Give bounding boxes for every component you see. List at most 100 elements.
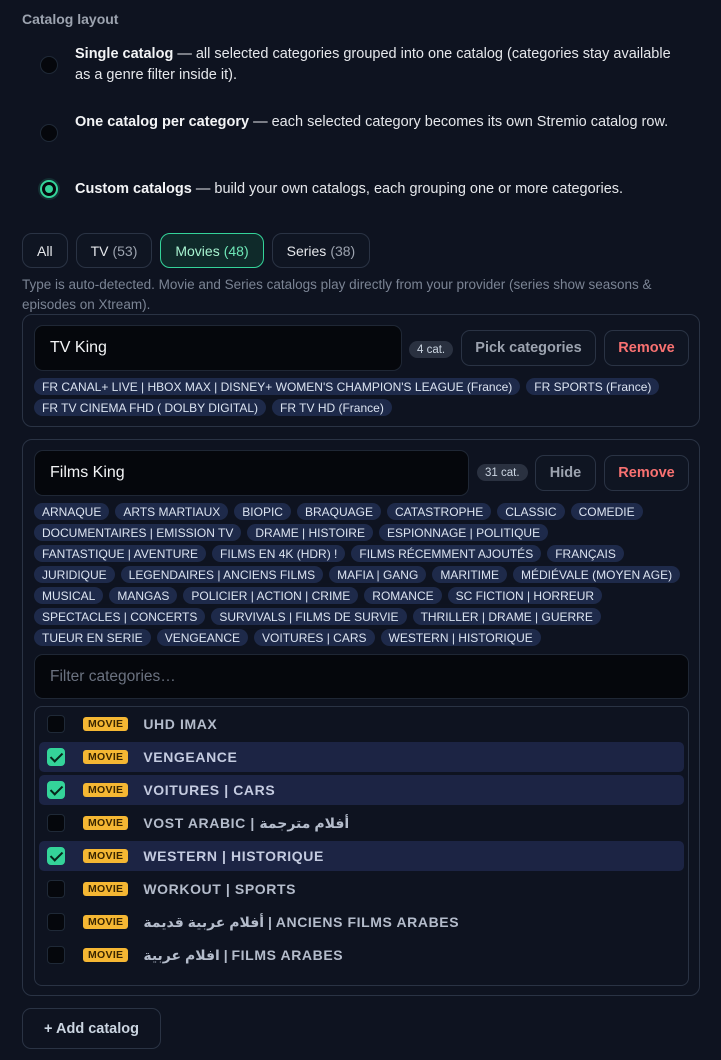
category-chip: MAFIA | GANG (329, 566, 427, 583)
category-checkbox[interactable] (47, 946, 65, 964)
category-chip: SURVIVALS | FILMS DE SURVIE (211, 608, 407, 625)
category-checkbox[interactable] (47, 748, 65, 766)
category-label: افلام عربية | FILMS ARABES (143, 946, 344, 963)
category-row[interactable]: MOVIE VOITURES | CARS (39, 775, 684, 805)
hide-categories-button[interactable]: Hide (535, 455, 596, 491)
category-chip: JURIDIQUE (34, 566, 115, 583)
category-chip: DRAME | HISTOIRE (247, 524, 373, 541)
category-row[interactable]: MOVIE WESTERN | HISTORIQUE (39, 841, 684, 871)
section-title: Catalog layout (22, 11, 119, 27)
tab-label: Series (286, 242, 327, 259)
catalog-card-tv-king: TV King 4 cat. Pick categories Remove FR… (22, 314, 700, 427)
category-checkbox[interactable] (47, 814, 65, 832)
remove-catalog-button[interactable]: Remove (604, 455, 689, 491)
category-chip: FANTASTIQUE | AVENTURE (34, 545, 207, 562)
tab-tv[interactable]: TV (53) (75, 233, 153, 268)
category-chip: FILMS EN 4K (HDR) ! (212, 545, 346, 562)
category-count-badge: 31 cat. (477, 464, 528, 481)
category-chip: FR TV HD (France) (272, 399, 392, 416)
category-chip: MUSICAL (34, 587, 104, 604)
category-checkbox[interactable] (47, 781, 65, 799)
category-checkbox[interactable] (47, 847, 65, 865)
category-chip: LEGENDAIRES | ANCIENS FILMS (120, 566, 324, 583)
radio-per-category[interactable] (40, 124, 58, 142)
tab-movies[interactable]: Movies (48) (160, 233, 264, 268)
tab-label: TV (90, 242, 109, 259)
movie-type-badge: MOVIE (83, 915, 129, 929)
category-chip: MARITIME (432, 566, 507, 583)
category-chip: COMEDIE (570, 503, 643, 520)
remove-catalog-button[interactable]: Remove (604, 330, 689, 366)
category-row[interactable]: MOVIE UHD IMAX (39, 709, 684, 739)
catalog-name-input[interactable]: Films King (34, 450, 469, 496)
radio-custom[interactable] (40, 180, 58, 198)
category-checkbox[interactable] (47, 880, 65, 898)
category-chip: VOITURES | CARS (254, 629, 375, 646)
tab-count: (53) (112, 242, 138, 259)
category-chip: BIOPIC (234, 503, 291, 520)
category-row[interactable]: MOVIE افلام عربية | FILMS ARABES (39, 940, 684, 970)
category-chip: VENGEANCE (156, 629, 249, 646)
add-catalog-button[interactable]: + Add catalog (22, 1008, 161, 1049)
movie-type-badge: MOVIE (83, 717, 129, 731)
catalog-name-input[interactable]: TV King (34, 325, 402, 371)
type-hint: Type is auto-detected. Movie and Series … (22, 277, 652, 312)
movie-type-badge: MOVIE (83, 948, 129, 962)
option-title: Custom catalogs (75, 181, 192, 197)
category-row[interactable]: MOVIE VOST ARABIC | أفلام مترجمة (39, 808, 684, 838)
category-label: VOITURES | CARS (143, 782, 276, 798)
category-chip: FR TV CINEMA FHD ( DOLBY DIGITAL) (34, 399, 267, 416)
category-chip: FILMS RÉCEMMENT AJOUTÉS (351, 545, 542, 562)
tab-count: (48) (223, 242, 249, 259)
category-chip: MANGAS (109, 587, 178, 604)
category-chip: POLICIER | ACTION | CRIME (183, 587, 359, 604)
category-chip: ARNAQUE (34, 503, 110, 520)
category-chip: MÉDIÉVALE (MOYEN AGE) (512, 566, 681, 583)
selected-category-chips: FR CANAL+ LIVE | HBOX MAX | DISNEY+ WOME… (34, 378, 691, 416)
category-chip: CLASSIC (497, 503, 565, 520)
category-chip: DOCUMENTAIRES | EMISSION TV (34, 524, 242, 541)
category-label: أفلام عربية قديمة | ANCIENS FILMS ARABES (143, 913, 460, 930)
category-chip: FR SPORTS (France) (526, 378, 660, 395)
category-checkbox[interactable] (47, 913, 65, 931)
category-row[interactable]: MOVIE أفلام عربية قديمة | ANCIENS FILMS A… (39, 907, 684, 937)
type-tabs: All TV (53) Movies (48) Series (38) (22, 233, 371, 268)
category-chip: CATASTROPHE (386, 503, 492, 520)
category-row[interactable]: MOVIE VENGEANCE (39, 742, 684, 772)
radio-single[interactable] (40, 56, 58, 74)
tab-label: Movies (175, 242, 220, 259)
category-chip: WESTERN | HISTORIQUE (380, 629, 541, 646)
category-label: VOST ARABIC | أفلام مترجمة (143, 814, 350, 831)
option-title: Single catalog (75, 46, 174, 62)
category-chip: SPECTACLES | CONCERTS (34, 608, 206, 625)
category-checkbox[interactable] (47, 715, 65, 733)
movie-type-badge: MOVIE (83, 816, 129, 830)
filter-categories-input[interactable]: Filter categories… (34, 654, 689, 699)
movie-type-badge: MOVIE (83, 783, 129, 797)
layout-option-single[interactable]: Single catalog — all selected categories… (40, 44, 681, 86)
category-picker-list[interactable]: MOVIETUEUR EN SERIEMOVIEUHD IMAXMOVIEVEN… (34, 706, 689, 986)
layout-option-custom[interactable]: Custom catalogs — build your own catalog… (40, 169, 681, 200)
tab-all[interactable]: All (22, 233, 68, 268)
category-chip: FRANÇAIS (547, 545, 624, 562)
pick-categories-button[interactable]: Pick categories (461, 330, 596, 366)
category-chip: TUEUR EN SERIE (34, 629, 151, 646)
option-desc: — build your own catalogs, each grouping… (191, 181, 624, 197)
movie-type-badge: MOVIE (83, 750, 129, 764)
tab-label: All (37, 242, 53, 259)
category-chip: THRILLER | DRAME | GUERRE (412, 608, 601, 625)
category-chip: ESPIONNAGE | POLITIQUE (378, 524, 549, 541)
selected-category-chips: ARNAQUE ARTS MARTIAUX BIOPIC BRAQUAGE CATAST… (34, 503, 691, 646)
category-chip: ARTS MARTIAUX (115, 503, 229, 520)
category-count-badge: 4 cat. (409, 341, 454, 358)
movie-type-badge: MOVIE (83, 882, 129, 896)
option-title: One catalog per category (75, 114, 250, 130)
category-chip: ROMANCE (364, 587, 442, 604)
category-row[interactable]: MOVIE WORKOUT | SPORTS (39, 874, 684, 904)
movie-type-badge: MOVIE (83, 849, 129, 863)
tab-series[interactable]: Series (38) (271, 233, 371, 268)
category-chip: SC FICTION | HORREUR (447, 587, 603, 604)
layout-option-per-category[interactable]: One catalog per category — each selected… (40, 112, 681, 142)
category-label: WORKOUT | SPORTS (143, 881, 297, 897)
category-chip: BRAQUAGE (296, 503, 381, 520)
